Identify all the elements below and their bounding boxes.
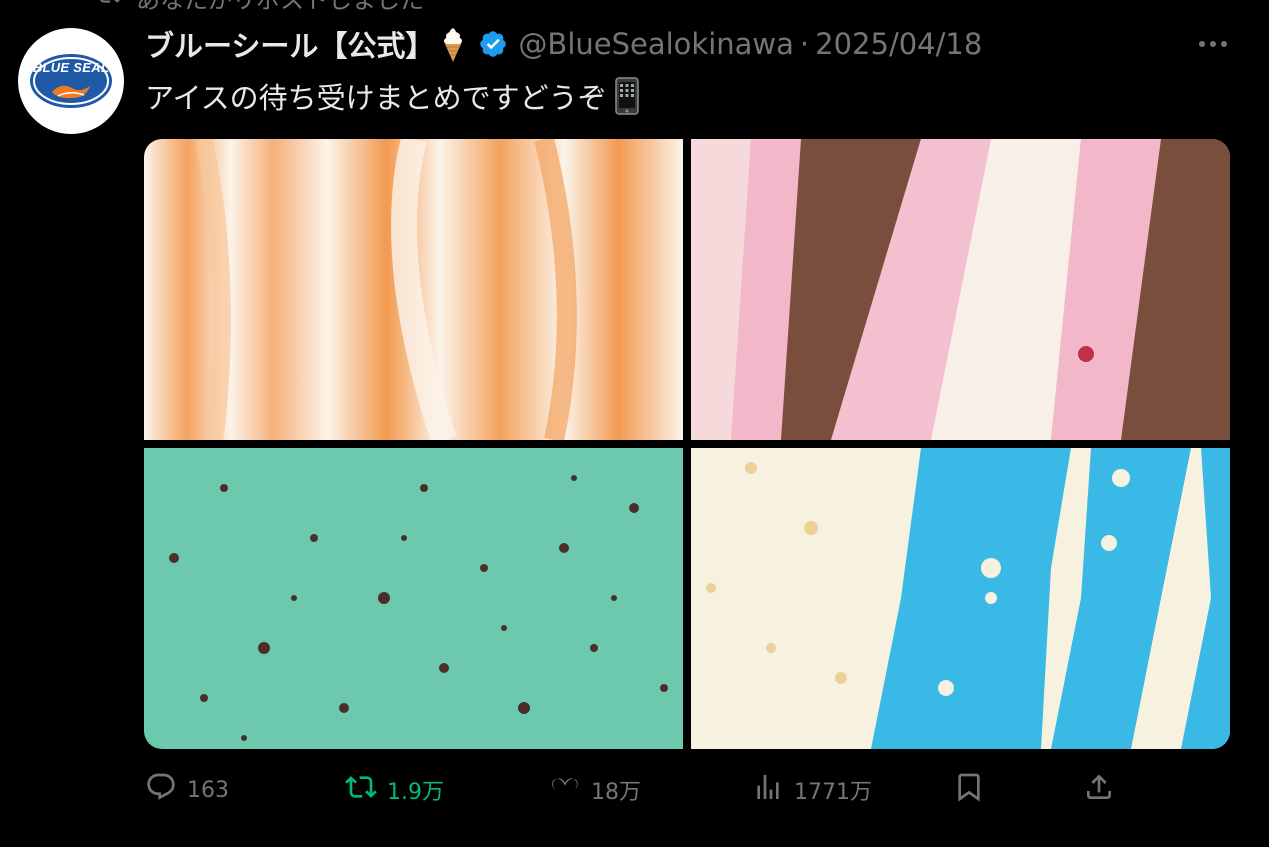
separator-dot: ·	[799, 27, 810, 61]
media-image-pink-chocolate[interactable]	[691, 139, 1230, 440]
author-name[interactable]: ブルーシール【公式】	[145, 23, 434, 65]
reply-count: 163	[187, 777, 229, 803]
like-button[interactable]: 18万	[549, 766, 641, 814]
media-grid	[144, 139, 1230, 749]
repost-notice-text: あなたがリポストしました	[136, 0, 424, 15]
bookmark-icon	[953, 771, 985, 809]
share-button[interactable]	[1083, 766, 1115, 814]
verified-badge-icon[interactable]	[478, 29, 508, 59]
tweet-header: ブルーシール【公式】 @BlueSealokinawa · 2025/04/18	[145, 22, 982, 66]
author-handle[interactable]: @BlueSealokinawa	[518, 27, 794, 61]
like-count: 18万	[591, 780, 641, 805]
heart-icon	[549, 771, 581, 809]
post-date[interactable]: 2025/04/18	[815, 27, 982, 61]
action-bar: 163 1.9万 18万 1771万	[0, 766, 1269, 814]
soft-ice-cream-icon	[438, 24, 468, 64]
view-count: 1771万	[794, 780, 872, 805]
views-button[interactable]: 1771万	[752, 766, 872, 814]
reply-button[interactable]: 163	[145, 766, 229, 814]
tweet-body: アイスの待ち受けまとめですどうぞ	[145, 74, 639, 118]
repost-icon	[96, 0, 122, 13]
bookmark-button[interactable]	[953, 766, 985, 814]
tweet-text: アイスの待ち受けまとめですどうぞ	[145, 81, 607, 115]
media-image-mint-chip[interactable]	[144, 448, 683, 749]
mobile-phone-icon	[614, 77, 639, 115]
repost-notice: あなたがリポストしました	[96, 0, 424, 14]
media-image-blue-vanilla[interactable]	[691, 448, 1230, 749]
speech-bubble-icon	[145, 771, 177, 809]
bar-chart-icon	[752, 771, 784, 809]
repost-count: 1.9万	[387, 780, 444, 805]
media-image-orange-swirl[interactable]	[144, 139, 683, 440]
upload-share-icon	[1083, 771, 1115, 809]
repost-arrows-icon	[345, 771, 377, 809]
avatar[interactable]: BLUE SEAL	[18, 28, 124, 134]
blue-seal-logo: BLUE SEAL	[28, 52, 114, 110]
repost-button[interactable]: 1.9万	[345, 766, 444, 814]
more-dots-icon[interactable]	[1196, 30, 1230, 58]
